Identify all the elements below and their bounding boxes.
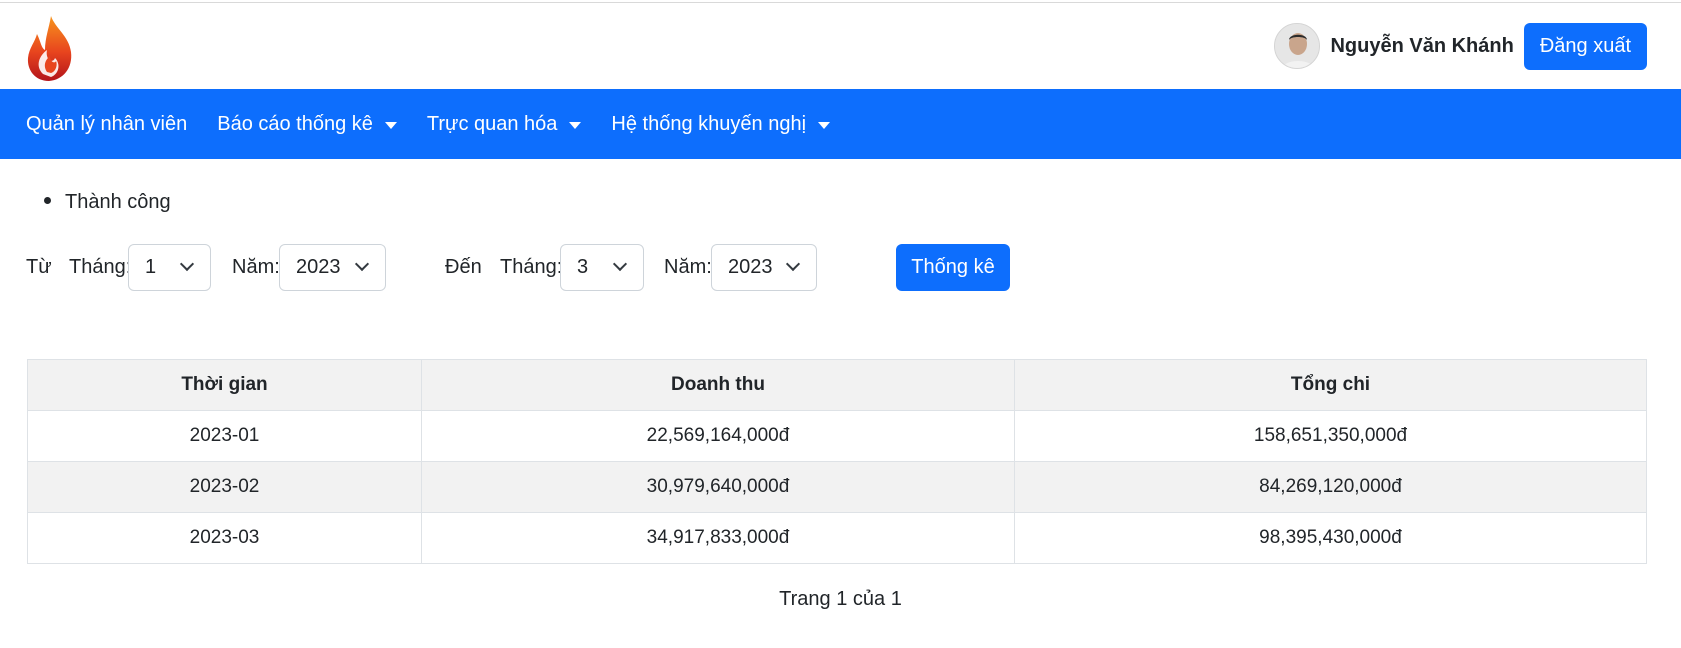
table-row: 2023-03 34,917,833,000đ 98,395,430,000đ — [27, 512, 1647, 564]
caret-down-icon — [569, 121, 582, 129]
column-header-time: Thời gian — [27, 359, 422, 411]
selected-value: 3 — [577, 256, 589, 278]
nav-item-label: Quản lý nhân viên — [26, 112, 188, 135]
status-message: Thành công — [65, 191, 171, 213]
nav-item-label: Trực quan hóa — [426, 112, 558, 135]
to-year-label: Năm: — [664, 256, 712, 278]
chevron-down-icon — [354, 256, 370, 272]
cell-total-expense: 98,395,430,000đ — [1014, 512, 1647, 564]
bullet-icon — [44, 197, 51, 205]
cell-revenue: 30,979,640,000đ — [421, 461, 1015, 513]
nav-statistics-report[interactable]: Báo cáo thống kê — [217, 113, 397, 136]
table-row: 2023-02 30,979,640,000đ 84,269,120,000đ — [27, 461, 1647, 513]
cell-time: 2023-03 — [27, 512, 422, 564]
cell-total-expense: 158,651,350,000đ — [1014, 410, 1647, 462]
nav-recommendation-system[interactable]: Hệ thống khuyến nghị — [611, 112, 831, 136]
from-month-label: Tháng: — [69, 256, 132, 278]
caret-down-icon — [384, 121, 397, 129]
from-month-select[interactable]: 1 — [128, 244, 211, 291]
nav-visualization[interactable]: Trực quan hóa — [427, 113, 582, 136]
column-header-revenue: Doanh thu — [421, 359, 1015, 411]
from-label: Từ — [26, 256, 52, 278]
selected-value: 2023 — [728, 256, 773, 278]
caret-down-icon — [818, 121, 831, 129]
nav-employee-management[interactable]: Quản lý nhân viên — [26, 113, 187, 136]
chevron-down-icon — [179, 256, 195, 272]
statistics-submit-button[interactable]: Thống kê — [896, 244, 1010, 291]
cell-time: 2023-01 — [27, 410, 422, 462]
to-label: Đến — [445, 256, 482, 278]
flame-logo-icon[interactable] — [25, 14, 77, 84]
nav-item-label: Báo cáo thống kê — [217, 112, 373, 135]
nav-item-label: Hệ thống khuyến nghị — [611, 112, 807, 135]
username: Nguyễn Văn Khánh — [1330, 34, 1514, 57]
selected-value: 2023 — [296, 256, 341, 278]
status-message-list: Thành công — [44, 191, 171, 214]
header: Nguyễn Văn Khánh Đăng xuất — [0, 3, 1681, 89]
from-year-select[interactable]: 2023 — [279, 244, 386, 291]
to-year-select[interactable]: 2023 — [711, 244, 817, 291]
cell-time: 2023-02 — [27, 461, 422, 513]
main-navbar: Quản lý nhân viên Báo cáo thống kê Trực … — [0, 89, 1681, 159]
pagination-text: Trang 1 của 1 — [779, 588, 902, 610]
to-month-select[interactable]: 3 — [560, 244, 644, 291]
cell-revenue: 34,917,833,000đ — [421, 512, 1015, 564]
chevron-down-icon — [612, 256, 628, 272]
to-month-label: Tháng: — [500, 256, 563, 278]
avatar[interactable] — [1274, 23, 1321, 69]
cell-total-expense: 84,269,120,000đ — [1014, 461, 1647, 513]
revenue-expense-table: Thời gian Doanh thu Tổng chi 2023-01 22,… — [27, 359, 1647, 564]
user-area: Nguyễn Văn Khánh Đăng xuất — [1274, 21, 1647, 71]
date-range-filter: Từ Tháng: 1 Năm: 2023 Đến Tháng: 3 Năm: … — [26, 244, 1126, 292]
table-header-row: Thời gian Doanh thu Tổng chi — [27, 359, 1647, 411]
cell-revenue: 22,569,164,000đ — [421, 410, 1015, 462]
column-header-total-expense: Tổng chi — [1014, 359, 1647, 411]
logout-button[interactable]: Đăng xuất — [1523, 22, 1647, 70]
from-year-label: Năm: — [232, 256, 280, 278]
selected-value: 1 — [145, 256, 157, 278]
table-row: 2023-01 22,569,164,000đ 158,651,350,000đ — [27, 410, 1647, 462]
chevron-down-icon — [785, 256, 801, 272]
